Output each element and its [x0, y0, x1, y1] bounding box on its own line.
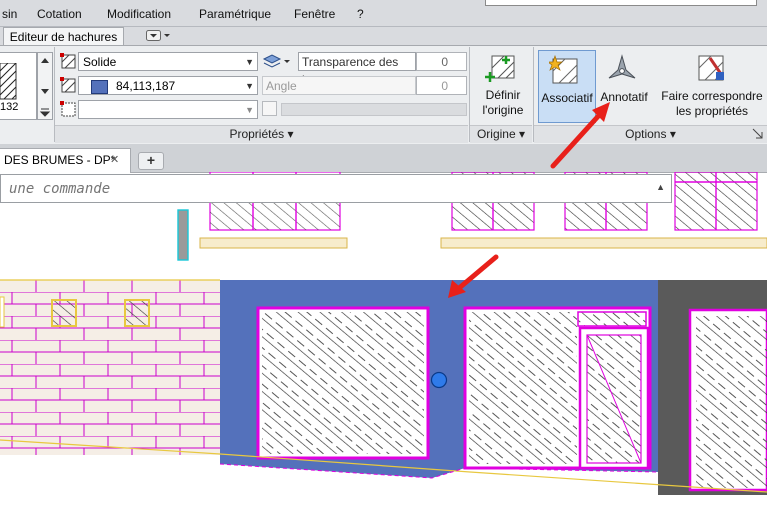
menu-item-help[interactable]: ?	[357, 7, 364, 21]
hatch-color-select[interactable]: 84,113,187 ▼	[78, 76, 258, 95]
chevron-down-icon: ▾	[519, 127, 526, 141]
gallery-scroll-arrows-icon	[39, 58, 51, 117]
associative-hatch-icon	[549, 55, 578, 84]
document-tab[interactable]: DES BRUMES - DP* ✕	[0, 148, 131, 173]
chevron-down-icon: ▼	[245, 105, 254, 115]
match-properties-button[interactable]: Faire correspondre les propriétés	[658, 89, 766, 119]
search-field[interactable]	[485, 0, 757, 6]
brick-wall	[0, 279, 220, 455]
right-building	[658, 280, 767, 495]
color-swatch	[91, 79, 108, 94]
chevron-down-icon: ▼	[245, 57, 254, 67]
command-history-icon[interactable]: ▲	[656, 182, 665, 192]
angle-value-field[interactable]: 0	[416, 76, 467, 95]
menu-bar: sin Cotation Modification Paramétrique F…	[0, 0, 767, 27]
plus-icon: +	[146, 152, 156, 168]
hatch-color-value: 84,113,187	[116, 79, 176, 93]
annotation-arrow-annotatif	[550, 102, 610, 169]
hatch-type-icon	[60, 53, 76, 69]
chevron-down-icon: ▼	[245, 81, 254, 91]
command-line[interactable]: ▲	[0, 174, 672, 203]
chevron-down-icon: ▾	[669, 127, 676, 141]
close-icon[interactable]: ✕	[110, 149, 119, 171]
origin-panel-label: Origine	[476, 127, 516, 141]
panel-footer-origin[interactable]: Origine ▾	[470, 125, 532, 143]
ribbon-minimize-button[interactable]	[146, 30, 172, 42]
scale-slider[interactable]	[281, 103, 467, 116]
chevron-down-icon	[146, 30, 170, 41]
annotation-arrow-hatch	[448, 254, 499, 298]
hatch-color-icon	[60, 77, 76, 93]
hatch-type-value: Solide	[83, 55, 117, 69]
set-origin-icon	[485, 55, 515, 82]
angle-field[interactable]: Angle	[262, 76, 416, 95]
background-color-icon	[60, 101, 76, 117]
transparency-layers-icon[interactable]	[262, 53, 292, 71]
transparency-field[interactable]: Transparence des h...	[298, 52, 416, 87]
angle-label: Angle	[266, 79, 297, 93]
document-tab-label: DES BRUMES - DP*	[4, 153, 116, 167]
menu-item-cotation[interactable]: Cotation	[37, 7, 82, 21]
chevron-down-icon: ▾	[287, 127, 294, 141]
pattern-scale-label: 132	[0, 101, 19, 113]
drawing-canvas[interactable]	[0, 172, 767, 509]
scale-checkbox[interactable]	[262, 101, 277, 116]
command-input[interactable]	[7, 178, 651, 200]
background-color-select[interactable]: ▼	[78, 100, 258, 119]
pattern-gallery[interactable]: 132	[0, 52, 37, 120]
selection-grip[interactable]	[430, 371, 448, 389]
set-origin-button[interactable]: Définir l'origine	[474, 88, 532, 118]
new-tab-button[interactable]: +	[138, 152, 164, 170]
menu-item-dessin[interactable]: sin	[2, 7, 17, 21]
menu-item-parametrique[interactable]: Paramétrique	[199, 7, 271, 21]
hatch-type-select[interactable]: Solide ▼	[78, 52, 258, 71]
options-panel-label: Options	[625, 127, 667, 141]
match-properties-icon	[698, 55, 724, 81]
annotative-icon	[608, 54, 636, 79]
panel-launcher-icon[interactable]	[752, 128, 764, 140]
panel-footer-properties[interactable]: Propriétés ▾	[55, 125, 468, 143]
properties-panel-label: Propriétés	[229, 127, 285, 141]
transparency-value-field[interactable]: 0	[416, 52, 467, 71]
menu-item-modification[interactable]: Modification	[107, 7, 171, 21]
tab-hatch-editor[interactable]: Editeur de hachures	[3, 27, 124, 47]
pattern-gallery-scroll[interactable]	[37, 52, 53, 120]
menu-item-fenetre[interactable]: Fenêtre	[294, 7, 335, 21]
hatch-pattern-icon	[0, 63, 17, 100]
